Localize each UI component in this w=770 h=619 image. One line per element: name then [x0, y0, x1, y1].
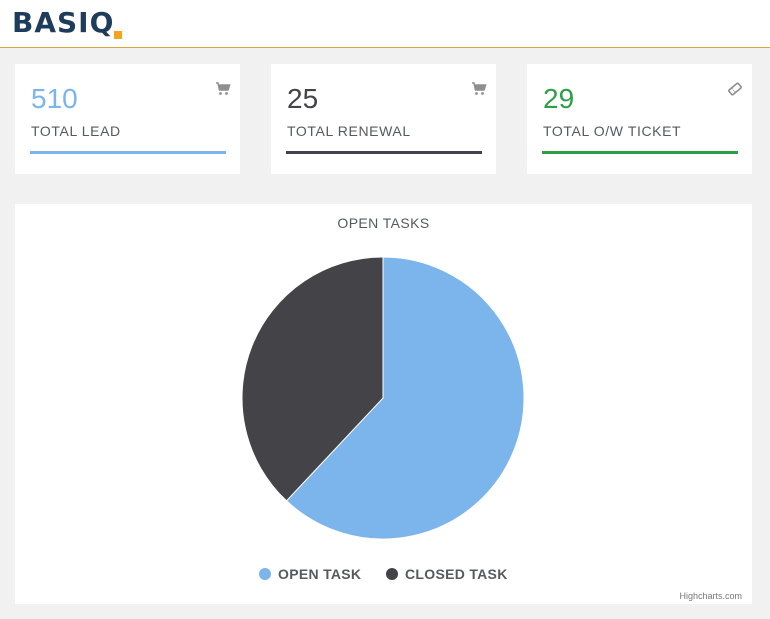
card-accent-bar [30, 151, 226, 154]
pie-chart [241, 256, 525, 540]
card-total-lead[interactable]: 510 TOTAL LEAD [15, 64, 240, 174]
card-value: 25 [287, 83, 319, 114]
card-total-ow-ticket[interactable]: 29 TOTAL O/W TICKET [527, 64, 752, 174]
card-total-renewal[interactable]: 25 TOTAL RENEWAL [271, 64, 496, 174]
legend-label: OPEN TASK [278, 566, 362, 582]
brand-name: BASIQ [12, 6, 115, 39]
legend-marker [386, 568, 398, 580]
card-accent-bar [286, 151, 482, 154]
card-label: TOTAL LEAD [31, 123, 121, 139]
card-accent-bar [542, 151, 738, 154]
ticket-icon [728, 82, 742, 96]
card-value: 510 [31, 83, 78, 114]
legend-item-closed-task[interactable]: CLOSED TASK [386, 566, 508, 582]
card-value: 29 [543, 83, 575, 114]
chart-credits[interactable]: Highcharts.com [679, 591, 742, 601]
card-label: TOTAL RENEWAL [287, 123, 411, 139]
logo-accent [114, 31, 122, 39]
legend-item-open-task[interactable]: OPEN TASK [259, 566, 361, 582]
open-tasks-chart: OPEN TASKS OPEN TASK CLOSED TASK Highcha… [15, 204, 752, 604]
top-bar: BASIQ [0, 0, 770, 48]
legend-label: CLOSED TASK [405, 566, 508, 582]
brand-logo[interactable]: BASIQ [12, 4, 122, 42]
card-label: TOTAL O/W TICKET [543, 123, 682, 139]
shopping-cart-icon [472, 82, 487, 95]
shopping-cart-icon [216, 82, 231, 95]
chart-legend: OPEN TASK CLOSED TASK [15, 566, 752, 586]
legend-marker [259, 568, 271, 580]
